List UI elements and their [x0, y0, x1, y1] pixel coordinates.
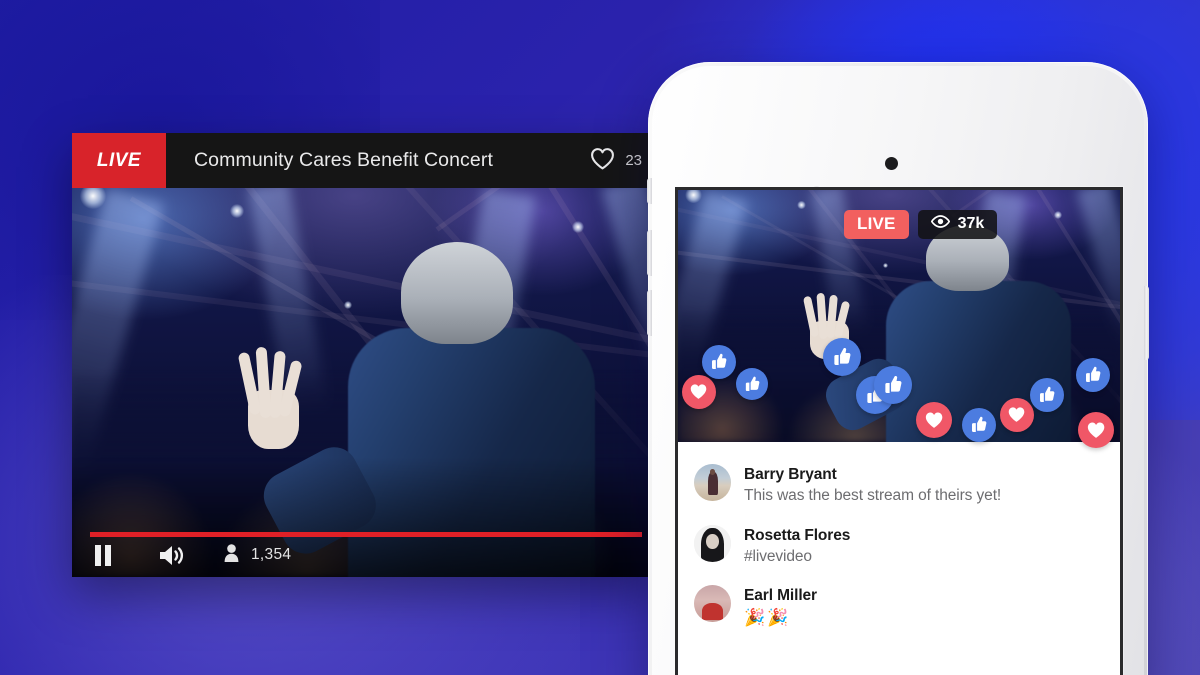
desktop-video-player[interactable]: LIVE Community Cares Benefit Concert 23: [72, 133, 660, 577]
phone-volume-down-button[interactable]: [647, 290, 652, 336]
stage-spotlight: [883, 263, 888, 268]
live-comments-list: Barry Bryant This was the best stream of …: [678, 442, 1120, 675]
comment-author[interactable]: Rosetta Flores: [744, 526, 850, 545]
stage-spotlight: [230, 204, 244, 218]
performer-hair: [401, 242, 513, 343]
stage-spotlight: [344, 301, 352, 309]
pause-button[interactable]: [94, 545, 138, 566]
eye-icon: [931, 215, 950, 233]
comment-item[interactable]: Earl Miller 🎉🎉: [678, 575, 1120, 637]
desktop-viewer-count: 1,354: [251, 546, 291, 564]
comment-message: #livevideo: [744, 547, 850, 567]
comment-item[interactable]: Rosetta Flores #livevideo: [678, 515, 1120, 576]
avatar-image: [694, 585, 731, 622]
phone-silent-switch[interactable]: [647, 178, 652, 204]
performer-torso: [886, 281, 1072, 442]
desktop-player-controls: 1,354: [72, 533, 660, 577]
phone-screen[interactable]: LIVE 37k Barry Bryant This was the best s…: [678, 190, 1120, 675]
phone-live-badge: LIVE: [844, 210, 909, 239]
smartphone-mockup: LIVE 37k Barry Bryant This was the best s…: [648, 62, 1148, 675]
concert-stage-photo: [72, 188, 660, 577]
comment-message: 🎉🎉: [744, 607, 817, 629]
phone-view-count: 37k: [958, 215, 985, 233]
comment-message: This was the best stream of theirs yet!: [744, 486, 1001, 506]
pause-icon: [94, 545, 112, 566]
comment-body: Rosetta Flores #livevideo: [744, 525, 850, 568]
comment-item[interactable]: Barry Bryant This was the best stream of …: [678, 454, 1120, 515]
stage-spotlight: [685, 190, 701, 203]
desktop-video-frame[interactable]: [72, 188, 660, 577]
phone-view-counter: 37k: [918, 210, 998, 239]
avatar[interactable]: [694, 585, 731, 622]
person-icon: [224, 544, 239, 567]
stage-spotlight: [797, 201, 806, 210]
stage-spotlight: [572, 221, 584, 233]
phone-video-badges: LIVE 37k: [844, 210, 997, 239]
volume-on-icon: [158, 544, 185, 567]
comment-body: Earl Miller 🎉🎉: [744, 585, 817, 629]
desktop-stream-title: Community Cares Benefit Concert: [194, 149, 590, 172]
comment-body: Barry Bryant This was the best stream of …: [744, 464, 1001, 507]
comment-author[interactable]: Earl Miller: [744, 586, 817, 605]
desktop-player-header: LIVE Community Cares Benefit Concert 23: [72, 133, 660, 188]
desktop-like-count: 23: [625, 152, 642, 169]
avatar[interactable]: [694, 525, 731, 562]
proximity-sensor: [885, 157, 898, 170]
volume-button[interactable]: [138, 544, 204, 567]
stage-spotlight: [1054, 211, 1061, 218]
desktop-like-counter[interactable]: 23: [590, 147, 642, 175]
desktop-live-badge: LIVE: [72, 133, 166, 188]
comment-author[interactable]: Barry Bryant: [744, 465, 1001, 484]
stage-spotlight: [80, 188, 106, 209]
heart-outline-icon: [590, 147, 615, 175]
performer-hand: [804, 293, 857, 359]
phone-volume-up-button[interactable]: [647, 230, 652, 276]
desktop-viewer-counter: 1,354: [224, 544, 291, 567]
avatar-image: [694, 525, 731, 562]
avatar-image: [694, 464, 731, 501]
avatar[interactable]: [694, 464, 731, 501]
performer-hand: [240, 347, 311, 448]
phone-power-button[interactable]: [1144, 286, 1149, 360]
phone-video-frame[interactable]: LIVE 37k: [678, 190, 1120, 442]
